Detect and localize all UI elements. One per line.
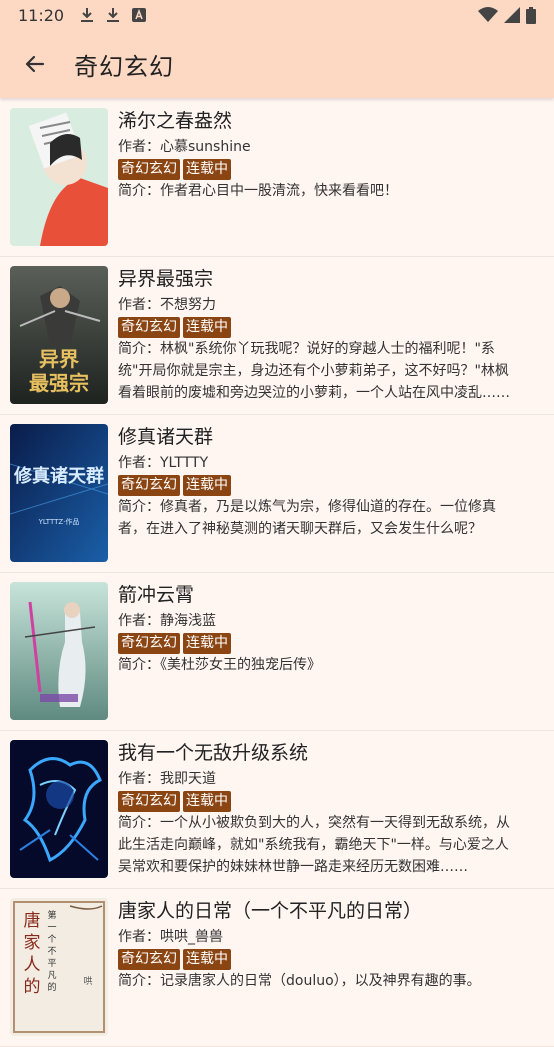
status-tag: 连载中 xyxy=(183,317,231,338)
book-title: 浠尔之春盎然 xyxy=(118,110,233,132)
genre-tag: 奇幻玄幻 xyxy=(118,317,180,338)
signal-icon xyxy=(504,7,520,23)
svg-text:哄: 哄 xyxy=(83,976,92,987)
status-tag: 连载中 xyxy=(183,475,231,496)
notification-a-icon xyxy=(130,6,148,24)
app-bar: 奇幻玄幻 xyxy=(0,30,554,98)
status-bar: 11:20 xyxy=(0,0,554,30)
svg-text:平: 平 xyxy=(47,958,56,969)
page-title: 奇幻玄幻 xyxy=(74,52,174,81)
book-item[interactable]: 异界 最强宗 异界最强宗 作者：不想努力 奇幻玄幻 连载中 简介：林枫"系统你丫… xyxy=(0,257,554,415)
genre-tag: 奇幻玄幻 xyxy=(118,475,180,496)
book-item[interactable]: 修真诸天群 YLTTTZ·作品 修真诸天群 作者：YLTTTY 奇幻玄幻 连载中… xyxy=(0,415,554,573)
book-title: 箭冲云霄 xyxy=(118,584,195,606)
book-author: 作者：心慕sunshine xyxy=(118,139,251,155)
download-icon-2 xyxy=(104,6,122,24)
book-author: 作者：静海浅蓝 xyxy=(118,613,216,629)
book-author: 作者：哄哄_兽兽 xyxy=(118,929,223,945)
genre-tag: 奇幻玄幻 xyxy=(118,159,180,180)
genre-tag: 奇幻玄幻 xyxy=(118,791,180,812)
book-desc: 简介：一个从小被欺负到大的人，突然有一天得到无敌系统，从此生活走向巅峰，就如"系… xyxy=(118,815,510,875)
book-desc: 简介：作者君心目中一股清流，快来看看吧！ xyxy=(118,183,398,199)
svg-text:家: 家 xyxy=(24,933,41,953)
book-desc: 简介：修真者，乃是以炼气为宗，修得仙道的存在。一位修真者，在进入了神秘莫测的诸天… xyxy=(118,499,496,537)
book-item[interactable]: 箭冲云霄 作者：静海浅蓝 奇幻玄幻 连载中 简介：《美杜莎女王的独宠后传》 xyxy=(0,573,554,731)
book-cover xyxy=(10,740,108,878)
status-right xyxy=(478,6,536,24)
svg-text:人: 人 xyxy=(24,955,41,975)
download-icon xyxy=(78,6,96,24)
book-desc: 简介：记录唐家人的日常（douluo），以及神界有趣的事。 xyxy=(118,973,481,989)
svg-text:一: 一 xyxy=(47,923,56,933)
book-title: 我有一个无敌升级系统 xyxy=(118,742,309,764)
book-item[interactable]: 我有一个无敌升级系统 作者：我即天道 奇幻玄幻 连载中 简介：一个从小被欺负到大… xyxy=(0,731,554,889)
book-author: 作者：YLTTTY xyxy=(118,455,209,471)
status-tag: 连载中 xyxy=(183,159,231,180)
status-tag: 连载中 xyxy=(183,949,231,970)
book-title: 唐家人的日常（一个不平凡的日常） xyxy=(118,900,423,922)
book-cover: 异界 最强宗 xyxy=(10,266,108,404)
book-cover: 修真诸天群 YLTTTZ·作品 xyxy=(10,424,108,562)
svg-text:修真诸天群: 修真诸天群 xyxy=(13,465,104,487)
book-cover xyxy=(10,108,108,246)
book-author: 作者：我即天道 xyxy=(118,771,216,787)
book-title: 异界最强宗 xyxy=(118,268,214,290)
book-cover: 唐 家 人 的 第 一 个 不 平 凡 的 哄 xyxy=(10,898,108,1036)
status-tag: 连载中 xyxy=(183,633,231,654)
svg-text:第: 第 xyxy=(47,909,56,921)
book-desc: 简介：林枫"系统你丫玩我呢？说好的穿越人士的福利呢！"系统"开局你就是宗主，身边… xyxy=(118,341,510,401)
book-author: 作者：不想努力 xyxy=(118,297,216,313)
book-list: 浠尔之春盎然 作者：心慕sunshine 奇幻玄幻 连载中 简介：作者君心目中一… xyxy=(0,99,554,1047)
book-item[interactable]: 浠尔之春盎然 作者：心慕sunshine 奇幻玄幻 连载中 简介：作者君心目中一… xyxy=(0,99,554,257)
status-time: 11:20 xyxy=(18,5,65,25)
status-tag: 连载中 xyxy=(183,791,231,812)
wifi-icon xyxy=(478,7,498,22)
svg-text:的: 的 xyxy=(47,981,56,993)
svg-text:最强宗: 最强宗 xyxy=(29,371,89,395)
arrow-left-icon xyxy=(25,55,45,73)
battery-icon xyxy=(526,6,536,24)
book-desc: 简介：《美杜莎女王的独宠后传》 xyxy=(118,657,321,673)
svg-text:凡: 凡 xyxy=(47,970,56,981)
svg-text:唐: 唐 xyxy=(24,910,41,931)
genre-tag: 奇幻玄幻 xyxy=(118,633,180,654)
genre-tag: 奇幻玄幻 xyxy=(118,949,180,970)
book-item[interactable]: 唐 家 人 的 第 一 个 不 平 凡 的 哄 唐家人的日常（一个不平凡的日常）… xyxy=(0,889,554,1047)
book-title: 修真诸天群 xyxy=(118,426,214,448)
svg-text:不: 不 xyxy=(47,946,56,957)
svg-text:YLTTTZ·作品: YLTTTZ·作品 xyxy=(38,517,80,526)
svg-text:的: 的 xyxy=(24,977,41,997)
book-cover xyxy=(10,582,108,720)
svg-text:异界: 异界 xyxy=(39,347,79,371)
svg-text:个: 个 xyxy=(47,934,56,945)
back-button[interactable] xyxy=(0,30,70,98)
